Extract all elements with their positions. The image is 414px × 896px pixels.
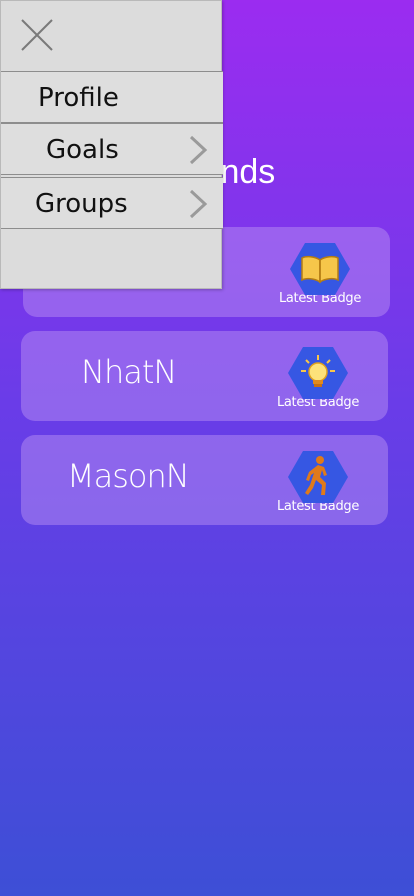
- menu-item-label: Goals: [46, 135, 119, 165]
- menu-item-profile[interactable]: Profile: [1, 71, 223, 123]
- book-icon: [301, 255, 339, 284]
- side-menu-drawer: Profile Goals Groups: [0, 0, 223, 289]
- friend-name: NhatN: [81, 353, 177, 391]
- badge-hexagon: [288, 347, 348, 399]
- close-button[interactable]: [17, 15, 57, 55]
- friend-card[interactable]: NhatN Latest Badge: [21, 331, 388, 421]
- lightbulb-icon: [301, 355, 335, 387]
- badge-hexagon: [290, 243, 350, 295]
- close-icon: [21, 19, 53, 51]
- menu-item-goals[interactable]: Goals: [1, 123, 223, 175]
- badge-hexagon: [288, 451, 348, 503]
- chevron-right-icon: [189, 189, 208, 219]
- menu-item-label: Groups: [35, 189, 128, 219]
- latest-badge[interactable]: Latest Badge: [272, 243, 368, 313]
- latest-badge[interactable]: Latest Badge: [270, 451, 366, 521]
- runner-icon: [305, 456, 327, 495]
- menu-item-label: Profile: [38, 83, 119, 113]
- friend-card[interactable]: MasonN Latest Badge: [21, 435, 388, 525]
- latest-badge[interactable]: Latest Badge: [270, 347, 366, 417]
- chevron-right-icon: [189, 135, 208, 165]
- menu-item-groups[interactable]: Groups: [1, 177, 223, 229]
- friend-name: MasonN: [67, 457, 190, 495]
